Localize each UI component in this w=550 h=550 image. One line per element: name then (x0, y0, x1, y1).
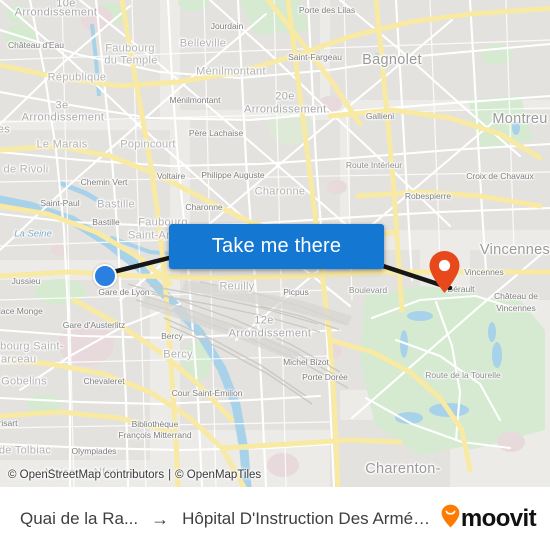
attribution-openmaptiles[interactable]: © OpenMapTiles (175, 469, 261, 481)
trip-footer: Quai de la Ra... → Hôpital D'Instruction… (0, 487, 550, 550)
moovit-pin-icon (441, 504, 460, 533)
origin-marker[interactable] (93, 264, 117, 288)
attribution-separator: | (168, 468, 172, 481)
trip-destination-label: Hôpital D'Instruction Des Armées ... (182, 508, 431, 528)
attribution-osm[interactable]: © OpenStreetMap contributors (8, 469, 164, 481)
trip-summary[interactable]: Quai de la Ra... → Hôpital D'Instruction… (20, 509, 431, 529)
moovit-wordmark: moovit (460, 504, 537, 532)
trip-origin-label: Quai de la Ra... (20, 508, 139, 528)
moovit-logo[interactable]: moovit (441, 504, 537, 533)
map-screen: 10e Arrondissement Porte des Lilas Jourdain… (0, 0, 550, 550)
map-viewport[interactable]: 10e Arrondissement Porte des Lilas Jourdain… (0, 0, 550, 487)
destination-marker[interactable] (428, 250, 461, 294)
take-me-there-button[interactable]: Take me there (169, 224, 384, 269)
arrow-right-icon: → (151, 508, 170, 529)
map-attribution: © OpenStreetMap contributors | © OpenMap… (0, 462, 550, 487)
